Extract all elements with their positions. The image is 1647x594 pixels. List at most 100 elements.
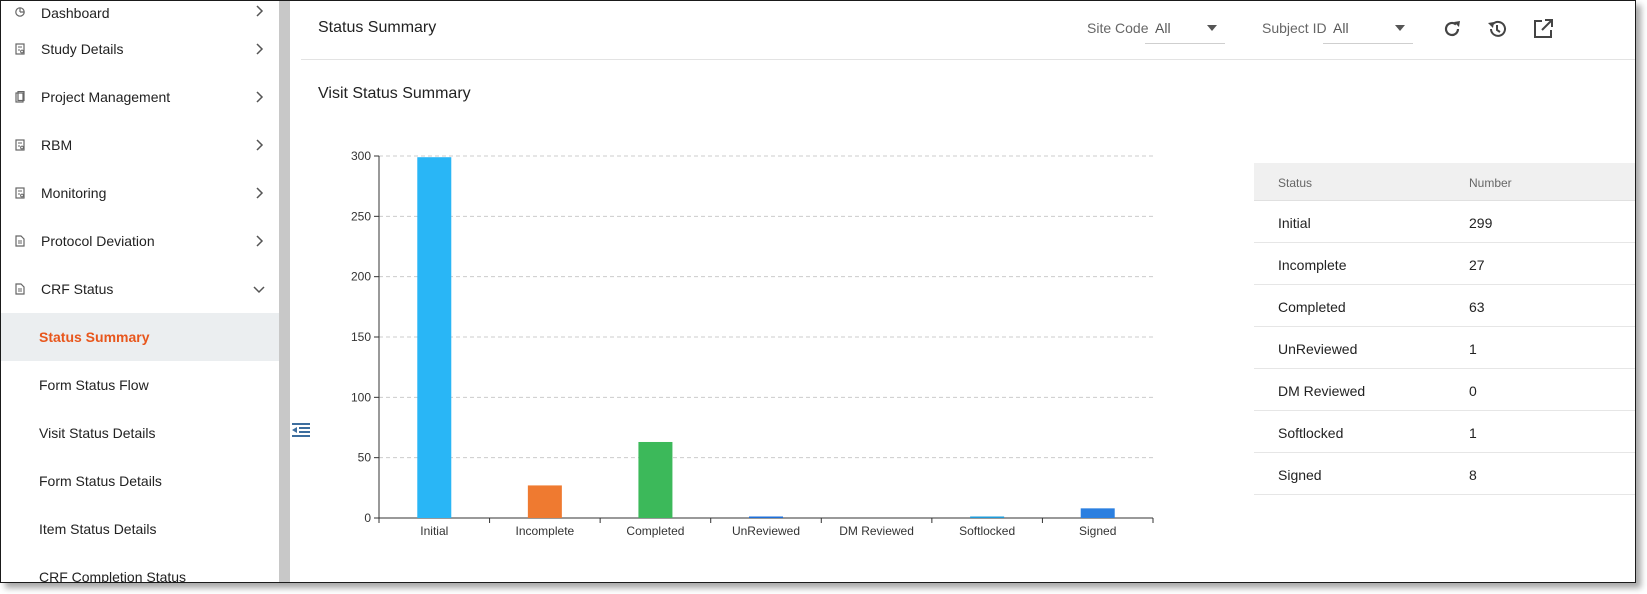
sidebar-item-study-details[interactable]: Study Details [1, 25, 279, 73]
sidebar-subitem-form-status-flow[interactable]: Form Status Flow [1, 361, 279, 409]
site-code-label: Site Code [1087, 20, 1149, 36]
sidebar-item-label: Project Management [41, 89, 171, 105]
sidebar-item-monitoring[interactable]: Monitoring [1, 169, 279, 217]
site-code-select[interactable]: All [1145, 12, 1225, 44]
page-header: Status Summary Site Code All Subject ID … [301, 1, 1635, 60]
sidebar-item-protocol-deviation[interactable]: Protocol Deviation [1, 217, 279, 265]
status-table: Status Number Initial 299 Incomplete 27 Comp… [1254, 163, 1635, 495]
file-icon [15, 235, 25, 247]
app-window: Dashboard Study Details Project Management… [0, 0, 1636, 583]
table-row: DM Reviewed 0 [1254, 369, 1635, 411]
x-tick-label: Completed [626, 524, 684, 538]
sidebar-subitem-label: Form Status Flow [39, 377, 149, 393]
sidebar-subitem-label: Visit Status Details [39, 425, 156, 441]
sidebar: Dashboard Study Details Project Management… [1, 1, 279, 582]
status-cell: Incomplete [1278, 257, 1347, 273]
sidebar-item-project-management[interactable]: Project Management [1, 73, 279, 121]
open-external-icon[interactable] [1531, 17, 1555, 41]
history-icon[interactable] [1485, 17, 1509, 41]
sidebar-subitem-item-status-details[interactable]: Item Status Details [1, 505, 279, 553]
sidebar-subitem-status-summary[interactable]: Status Summary [1, 313, 279, 361]
sidebar-item-label: RBM [41, 137, 73, 153]
bar-incomplete[interactable] [527, 485, 562, 518]
sidebar-item-rbm[interactable]: RBM [1, 121, 279, 169]
sidebar-subitem-label: Item Status Details [39, 521, 157, 537]
table-header: Status Number [1254, 163, 1635, 201]
table-row: Completed 63 [1254, 285, 1635, 327]
column-header-number: Number [1469, 176, 1512, 190]
sidebar-nav: Dashboard Study Details Project Management… [1, 1, 279, 313]
site-code-value: All [1155, 20, 1171, 36]
document-icon [15, 43, 25, 55]
number-cell: 1 [1469, 425, 1477, 441]
y-tick-label: 250 [351, 209, 371, 223]
sidebar-item-dashboard[interactable]: Dashboard [1, 1, 279, 25]
table-row: Signed 8 [1254, 453, 1635, 495]
sidebar-item-label: Dashboard [41, 5, 110, 21]
sidebar-scrollbar[interactable] [279, 1, 290, 582]
number-cell: 0 [1469, 383, 1477, 399]
status-cell: Completed [1278, 299, 1346, 315]
y-tick-label: 150 [351, 330, 371, 344]
chevron-down-icon [253, 286, 265, 294]
sidebar-item-label: CRF Status [41, 281, 114, 297]
status-cell: UnReviewed [1278, 341, 1358, 357]
subject-id-value: All [1333, 20, 1349, 36]
sidebar-item-label: Study Details [41, 41, 124, 57]
y-tick-label: 0 [364, 511, 371, 525]
bar-softlocked[interactable] [970, 516, 1005, 519]
sidebar-subitem-label: Form Status Details [39, 473, 162, 489]
x-tick-label: Initial [420, 524, 448, 538]
chevron-right-icon [256, 187, 264, 199]
file-icon [15, 283, 25, 295]
sidebar-subitem-visit-status-details[interactable]: Visit Status Details [1, 409, 279, 457]
chevron-right-icon [256, 139, 264, 151]
section-title: Visit Status Summary [318, 85, 471, 102]
number-cell: 1 [1469, 341, 1477, 357]
number-cell: 8 [1469, 467, 1477, 483]
sidebar-subitem-form-status-details[interactable]: Form Status Details [1, 457, 279, 505]
document-icon [15, 139, 25, 151]
chevron-right-icon [256, 43, 264, 55]
table-row: Initial 299 [1254, 201, 1635, 243]
number-cell: 63 [1469, 299, 1485, 315]
x-tick-label: Incomplete [516, 524, 575, 538]
table-row: Softlocked 1 [1254, 411, 1635, 453]
sidebar-item-crf-status[interactable]: CRF Status [1, 265, 279, 313]
visit-status-bar-chart: 0 50 100 150 200 250 300 Initial Incomplete Compl… [351, 149, 1154, 538]
bar-initial[interactable] [417, 157, 452, 518]
status-cell: DM Reviewed [1278, 383, 1366, 399]
y-tick-label: 200 [351, 270, 371, 284]
number-cell: 27 [1469, 257, 1485, 273]
chevron-right-icon [256, 235, 264, 247]
clipboard-icon [15, 91, 25, 103]
collapse-sidebar-icon[interactable] [291, 422, 311, 440]
x-tick-label: UnReviewed [732, 524, 800, 538]
pie-chart-icon [15, 7, 25, 17]
y-tick-label: 100 [351, 390, 371, 404]
subject-id-select[interactable]: All [1323, 12, 1413, 44]
refresh-icon[interactable] [1440, 17, 1464, 41]
sidebar-subnav: Status Summary Form Status Flow Visit Stat… [1, 313, 279, 582]
subject-id-label: Subject ID [1262, 20, 1327, 36]
chevron-down-icon [1207, 25, 1217, 31]
table-body: Initial 299 Incomplete 27 Completed 63 UnRevie… [1254, 201, 1635, 495]
status-cell: Softlocked [1278, 425, 1344, 441]
number-cell: 299 [1469, 215, 1493, 231]
x-tick-label: DM Reviewed [839, 524, 914, 538]
document-icon [15, 187, 25, 199]
sidebar-subitem-label: Status Summary [39, 329, 150, 345]
status-cell: Initial [1278, 215, 1311, 231]
bar-completed[interactable] [638, 441, 673, 518]
sidebar-subitem-crf-completion-status[interactable]: CRF Completion Status [1, 553, 279, 582]
bar-unreviewed[interactable] [749, 516, 783, 519]
chevron-right-icon [256, 91, 264, 103]
bar-signed[interactable] [1080, 508, 1115, 518]
x-tick-label: Softlocked [959, 524, 1015, 538]
table-row: Incomplete 27 [1254, 243, 1635, 285]
x-tick-label: Signed [1079, 524, 1116, 538]
column-header-status: Status [1278, 176, 1313, 190]
y-tick-label: 50 [358, 451, 372, 465]
chevron-down-icon [1395, 25, 1405, 31]
status-cell: Signed [1278, 467, 1322, 483]
